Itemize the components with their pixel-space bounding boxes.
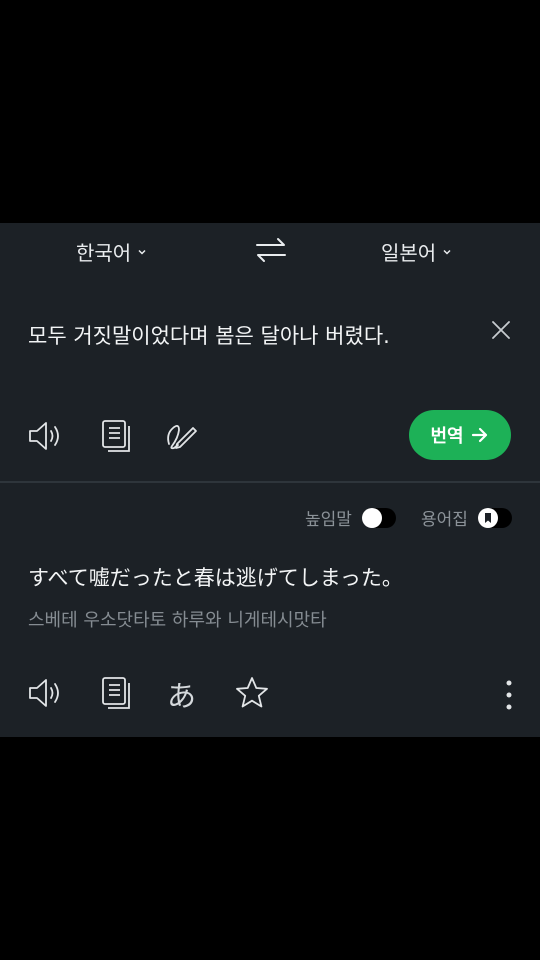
glossary-label: 용어집 bbox=[421, 510, 468, 530]
source-text-input[interactable]: 모두 거짓말이었다며 봄은 달아나 버렸다. bbox=[28, 320, 390, 350]
bookmark-icon bbox=[484, 512, 491, 523]
honorific-toggle[interactable] bbox=[361, 507, 396, 528]
more-options-icon[interactable] bbox=[499, 678, 519, 712]
glossary-toggle[interactable] bbox=[477, 507, 512, 528]
source-language-selector[interactable]: 한국어 bbox=[76, 237, 147, 266]
copy-icon[interactable] bbox=[99, 418, 135, 454]
chevron-down-icon bbox=[138, 249, 146, 255]
glossary-option: 용어집 bbox=[421, 505, 512, 530]
language-bar: 한국어 일본어 bbox=[0, 223, 540, 279]
translated-text: すべて嘘だったと春は逃げてしまった。 bbox=[28, 566, 403, 590]
clear-input-icon[interactable] bbox=[490, 319, 512, 341]
source-language-label: 한국어 bbox=[76, 241, 132, 265]
star-icon[interactable] bbox=[234, 675, 270, 711]
chevron-down-icon bbox=[443, 249, 451, 255]
arrow-right-icon bbox=[471, 427, 487, 443]
speaker-icon[interactable] bbox=[27, 675, 63, 711]
translate-button[interactable]: 번역 bbox=[409, 410, 511, 460]
toggle-knob bbox=[361, 507, 382, 528]
speaker-icon[interactable] bbox=[27, 418, 63, 454]
honorific-option: 높임말 bbox=[305, 505, 396, 530]
target-language-label: 일본어 bbox=[381, 241, 437, 265]
pronunciation-text: 스베테 우소닷타토 하루와 니게테시맛타 bbox=[28, 610, 327, 631]
translator-panel: 한국어 일본어 모두 거짓말이었다며 봄은 달아나 버렸다. 번역 높임말 용어… bbox=[0, 223, 540, 737]
translate-button-label: 번역 bbox=[430, 426, 464, 447]
target-language-selector[interactable]: 일본어 bbox=[381, 237, 452, 266]
toggle-knob bbox=[477, 507, 498, 528]
section-divider bbox=[0, 481, 540, 483]
hiragana-icon[interactable]: あ bbox=[167, 673, 196, 715]
copy-icon[interactable] bbox=[99, 675, 135, 711]
swap-languages-icon[interactable] bbox=[254, 235, 288, 265]
honorific-label: 높임말 bbox=[305, 510, 352, 530]
handwriting-icon[interactable] bbox=[164, 418, 200, 454]
